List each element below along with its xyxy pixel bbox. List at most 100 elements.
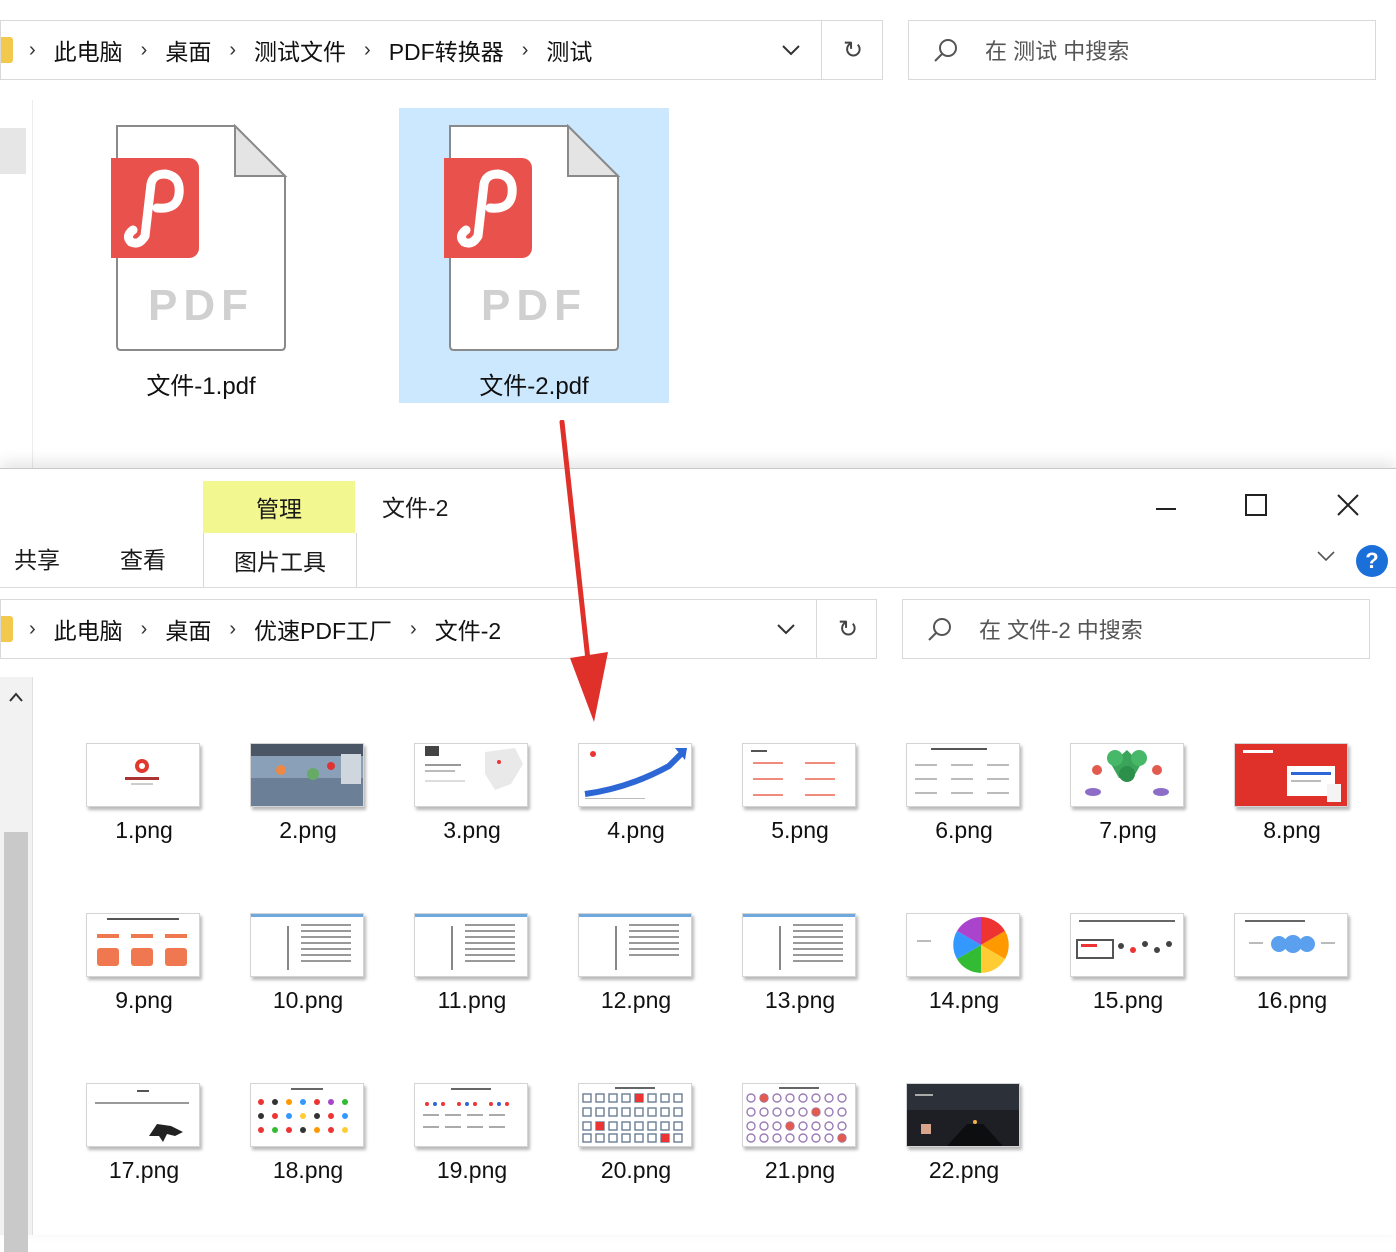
- file-item[interactable]: 22.png: [884, 1083, 1044, 1213]
- file-name: 2.png: [279, 817, 337, 843]
- file-name: 17.png: [108, 1157, 180, 1183]
- file-item[interactable]: 19.png: [392, 1083, 552, 1213]
- scrollbar-thumb[interactable]: [4, 832, 28, 1252]
- file-item[interactable]: 20.png: [556, 1083, 716, 1213]
- address-bar[interactable]: › 此电脑 › 桌面 › 优速PDF工厂 › 文件-2 ↻: [0, 599, 877, 659]
- file-name: 3.png: [443, 817, 501, 843]
- file-item[interactable]: 9.png: [64, 913, 224, 1043]
- file-item[interactable]: 14.png: [884, 913, 1044, 1043]
- breadcrumb-item[interactable]: 桌面: [163, 33, 213, 67]
- chevron-right-icon: ›: [521, 38, 529, 61]
- folder-icon: [1, 37, 13, 63]
- address-history-dropdown[interactable]: [761, 21, 821, 79]
- nav-pane-edge: [0, 128, 26, 174]
- background-explorer-window: › 此电脑 › 桌面 › 测试文件 › PDF转换器 › 测试 ↻ 在 测试 中…: [0, 0, 1396, 470]
- file-item[interactable]: 1.png: [64, 743, 224, 873]
- image-thumbnail: [906, 1083, 1020, 1147]
- file-name: 15.png: [1092, 987, 1164, 1013]
- refresh-button[interactable]: ↻: [821, 21, 884, 79]
- image-thumbnail: [86, 913, 200, 977]
- image-thumbnail: [86, 1083, 200, 1147]
- file-name: 12.png: [600, 987, 672, 1013]
- breadcrumb-item[interactable]: 文件-2: [433, 612, 503, 646]
- breadcrumb-item[interactable]: 此电脑: [52, 612, 125, 646]
- file-item[interactable]: 18.png: [228, 1083, 388, 1213]
- file-item[interactable]: 12.png: [556, 913, 716, 1043]
- image-thumbnail: [578, 743, 692, 807]
- scroll-up-arrow-icon[interactable]: [8, 691, 24, 703]
- image-thumbnail: [250, 1083, 364, 1147]
- window-title: 文件-2: [382, 495, 449, 521]
- vertical-scrollbar[interactable]: [0, 677, 33, 1252]
- file-item[interactable]: 4.png: [556, 743, 716, 873]
- file-name: 21.png: [764, 1157, 836, 1183]
- breadcrumb-item[interactable]: 测试文件: [252, 33, 348, 67]
- chevron-right-icon: ›: [229, 38, 237, 61]
- expand-ribbon-button[interactable]: [1316, 549, 1336, 568]
- breadcrumb-item[interactable]: 桌面: [163, 612, 213, 646]
- file-item[interactable]: 8.png: [1212, 743, 1372, 873]
- pdf-file-icon: PDF: [111, 124, 288, 351]
- refresh-button[interactable]: ↻: [816, 600, 879, 658]
- address-history-dropdown[interactable]: [756, 600, 816, 658]
- file-item[interactable]: 2.png: [228, 743, 388, 873]
- search-box[interactable]: 在 文件-2 中搜索: [902, 599, 1370, 659]
- file-name: 7.png: [1099, 817, 1157, 843]
- file-item-selected[interactable]: PDF 文件-2.pdf: [399, 108, 669, 403]
- file-name: 9.png: [115, 987, 173, 1013]
- file-item[interactable]: 17.png: [64, 1083, 224, 1213]
- chevron-down-icon: [777, 624, 795, 635]
- file-item[interactable]: 13.png: [720, 913, 880, 1043]
- search-box[interactable]: 在 测试 中搜索: [908, 20, 1376, 80]
- file-item[interactable]: 5.png: [720, 743, 880, 873]
- svg-text:PDF: PDF: [148, 281, 254, 330]
- maximize-button[interactable]: [1226, 485, 1286, 525]
- foreground-explorer-window: 管理 文件-2 共享 查看 图片工具 ? › 此电脑 › 桌面 › 优速PDF工…: [0, 468, 1396, 1252]
- file-item[interactable]: 11.png: [392, 913, 552, 1043]
- minimize-button[interactable]: [1136, 485, 1196, 525]
- image-thumbnail: [1070, 743, 1184, 807]
- ribbon-divider: [0, 587, 1396, 588]
- file-name: 10.png: [272, 987, 344, 1013]
- breadcrumb-item[interactable]: 测试: [544, 33, 594, 67]
- chevron-right-icon: ›: [29, 617, 36, 640]
- file-item[interactable]: 21.png: [720, 1083, 880, 1213]
- tab-manage[interactable]: 管理: [203, 481, 355, 533]
- file-item[interactable]: 6.png: [884, 743, 1044, 873]
- file-name: 16.png: [1256, 987, 1328, 1013]
- tab-view[interactable]: 查看: [120, 541, 166, 575]
- file-name: 文件-2.pdf: [479, 373, 589, 400]
- file-name: 19.png: [436, 1157, 508, 1183]
- search-icon: [934, 39, 957, 62]
- image-thumbnail: [906, 743, 1020, 807]
- breadcrumb-item[interactable]: 此电脑: [52, 33, 125, 67]
- file-item[interactable]: 15.png: [1048, 913, 1208, 1043]
- minimize-icon: [1156, 508, 1176, 510]
- address-bar[interactable]: › 此电脑 › 桌面 › 测试文件 › PDF转换器 › 测试 ↻: [0, 20, 883, 80]
- file-name: 1.png: [115, 817, 173, 843]
- help-button[interactable]: ?: [1356, 545, 1388, 577]
- file-name: 4.png: [607, 817, 665, 843]
- image-thumbnail: [414, 913, 528, 977]
- close-icon: [1337, 494, 1359, 516]
- tab-picture-tools[interactable]: 图片工具: [203, 533, 357, 587]
- file-name: 5.png: [771, 817, 829, 843]
- file-item[interactable]: 3.png: [392, 743, 552, 873]
- file-name: 14.png: [928, 987, 1000, 1013]
- breadcrumb-item[interactable]: PDF转换器: [387, 33, 506, 67]
- image-thumbnail: [1234, 743, 1348, 807]
- file-name: 20.png: [600, 1157, 672, 1183]
- chevron-down-icon: [1317, 551, 1335, 562]
- chevron-right-icon: ›: [410, 617, 417, 640]
- image-thumbnail: [86, 743, 200, 807]
- close-button[interactable]: [1318, 485, 1378, 525]
- tab-share[interactable]: 共享: [14, 541, 60, 575]
- file-item[interactable]: 7.png: [1048, 743, 1208, 873]
- file-item[interactable]: 10.png: [228, 913, 388, 1043]
- file-item[interactable]: PDF 文件-1.pdf: [66, 108, 336, 403]
- breadcrumb-item[interactable]: 优速PDF工厂: [252, 612, 394, 646]
- file-name: 22.png: [928, 1157, 1000, 1183]
- image-thumbnail: [414, 743, 528, 807]
- file-item[interactable]: 16.png: [1212, 913, 1372, 1043]
- svg-text:PDF: PDF: [481, 281, 587, 330]
